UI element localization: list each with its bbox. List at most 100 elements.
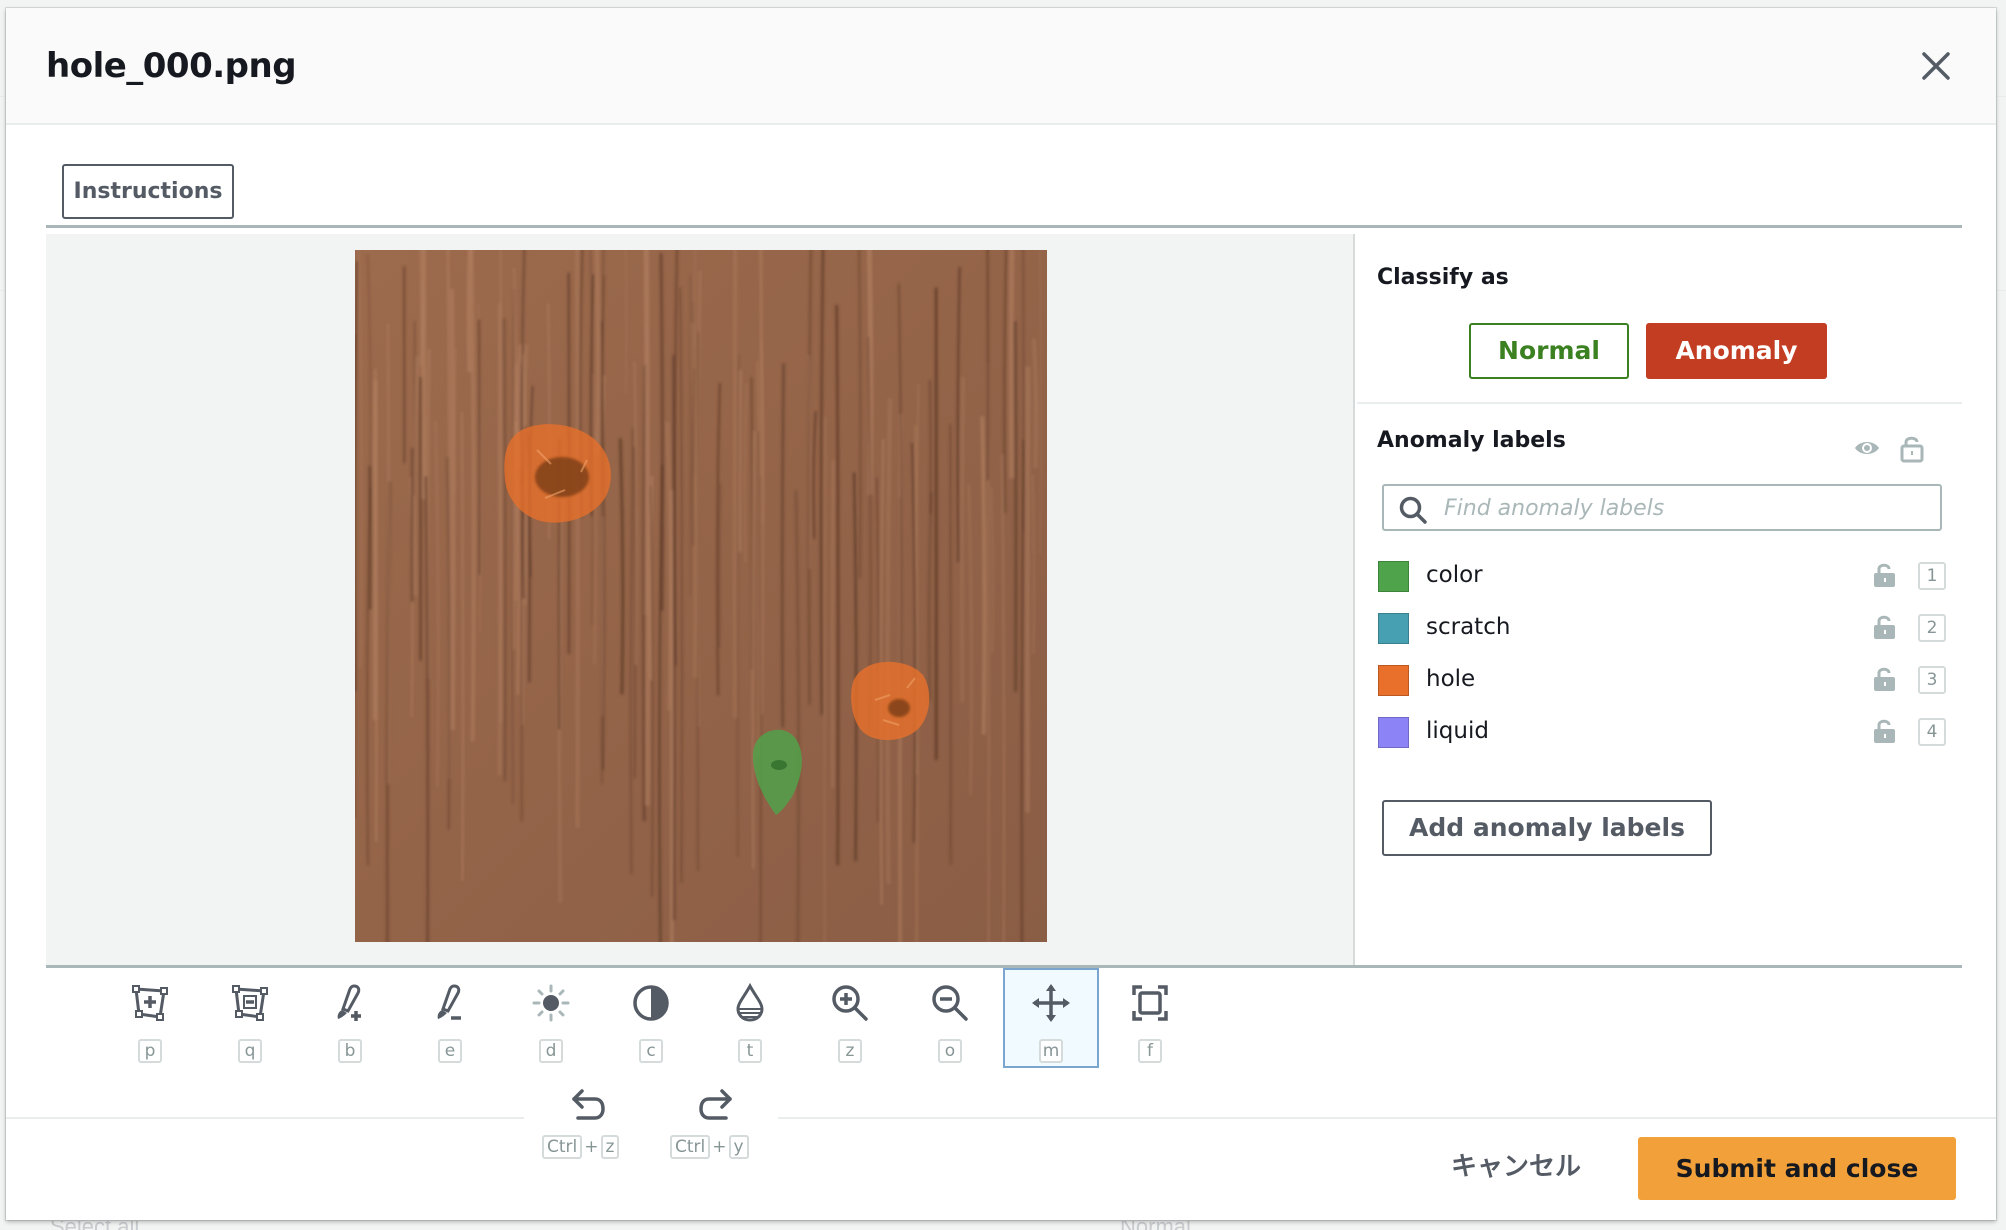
label-lock-button[interactable]	[1872, 717, 1898, 745]
anomaly-label-item[interactable]: liquid 4	[1378, 713, 1946, 753]
label-color-swatch	[1378, 613, 1409, 644]
unlock-icon	[1874, 615, 1895, 639]
drop-icon	[736, 983, 764, 1022]
wood-grain	[823, 416, 827, 942]
search-icon	[1399, 496, 1427, 524]
wood-grain	[1025, 366, 1031, 813]
tool-shortcut-key: p	[138, 1039, 162, 1063]
tool-move[interactable]: m	[1003, 968, 1099, 1068]
wood-grain	[633, 447, 637, 779]
tool-shortcut-key: f	[1138, 1039, 1162, 1063]
cancel-button[interactable]: キャンセル	[1436, 1139, 1596, 1195]
label-lock-button[interactable]	[1872, 613, 1898, 641]
key-badge: y	[728, 1135, 749, 1159]
tool-fit[interactable]: f	[1102, 968, 1198, 1068]
contrast-icon	[633, 985, 669, 1021]
undo-icon	[572, 1089, 605, 1120]
modal-title: hole_000.png	[46, 46, 297, 86]
wood-grain	[478, 319, 481, 575]
wood-grain	[1008, 250, 1015, 479]
tool-zoom-out[interactable]: o	[902, 968, 998, 1068]
wood-grain	[737, 370, 743, 553]
wood-grain	[643, 250, 649, 615]
label-color-swatch	[1378, 717, 1409, 748]
key-badge: Ctrl	[670, 1135, 711, 1159]
image-under-review[interactable]	[355, 250, 1047, 942]
tool-shortcut-key: t	[738, 1039, 762, 1063]
anomaly-label-item[interactable]: color 1	[1378, 557, 1946, 597]
right-panel: Classify as Normal Anomaly Anomaly label…	[1357, 234, 1962, 965]
label-lock-button[interactable]	[1872, 665, 1898, 693]
key-badge: Ctrl	[542, 1135, 583, 1159]
lock-all-button[interactable]	[1897, 433, 1927, 463]
redo-icon	[699, 1089, 732, 1120]
wood-grain	[659, 252, 665, 611]
classify-normal-button[interactable]: Normal	[1469, 323, 1629, 379]
close-icon	[1922, 52, 1950, 80]
tool-brightness[interactable]: d	[503, 968, 599, 1068]
tool-zoom-in[interactable]: z	[802, 968, 898, 1068]
tool-eraser[interactable]: e	[402, 968, 498, 1068]
tool-contrast[interactable]: c	[603, 968, 699, 1068]
label-lock-button[interactable]	[1872, 561, 1898, 589]
wood-image	[355, 250, 1047, 942]
tool-brush[interactable]: b	[302, 968, 398, 1068]
wood-grain	[368, 465, 373, 610]
undo-button[interactable]: Ctrl + z	[528, 1073, 648, 1163]
submit-and-close-button[interactable]: Submit and close	[1638, 1137, 1956, 1200]
wood-grain	[386, 323, 391, 785]
wood-grain	[502, 318, 508, 782]
footer-divider	[6, 1117, 524, 1119]
anomaly-label-item[interactable]: scratch 2	[1378, 609, 1946, 649]
polygon-plus-icon	[132, 985, 168, 1021]
wood-grain	[374, 369, 378, 843]
tool-transparency[interactable]: t	[702, 968, 798, 1068]
wood-grain	[831, 460, 834, 788]
wood-grain	[835, 304, 840, 866]
wood-grain	[929, 380, 932, 515]
wood-grain	[986, 250, 990, 481]
tool-shortcut-key: e	[438, 1039, 462, 1063]
content-top-divider	[46, 225, 1962, 228]
tool-polygon-subtract[interactable]: q	[202, 968, 298, 1068]
wood-grain	[410, 447, 414, 603]
label-name: liquid	[1426, 718, 1489, 744]
image-canvas[interactable]	[46, 234, 1355, 965]
redo-button[interactable]: Ctrl + y	[656, 1073, 776, 1163]
wood-grain	[450, 289, 456, 731]
tool-shortcut-key: b	[338, 1039, 362, 1063]
close-button[interactable]	[1918, 48, 1954, 84]
tool-shortcut-key: m	[1039, 1039, 1063, 1063]
wood-grain	[460, 412, 464, 881]
anomaly-label-item[interactable]: hole 3	[1378, 661, 1946, 701]
label-shortcut-key: 2	[1918, 614, 1946, 642]
annotation-hole[interactable]	[851, 661, 930, 741]
add-anomaly-labels-button[interactable]: Add anomaly labels	[1382, 800, 1712, 856]
footer-divider	[778, 1117, 1996, 1119]
unlock-icon	[1874, 563, 1895, 587]
wood-grain	[980, 416, 987, 735]
annotation-modal: hole_000.png Instructions Classify as No…	[6, 8, 1996, 1220]
label-search-input[interactable]	[1444, 490, 1924, 526]
wood-grain	[690, 322, 699, 678]
tool-shortcut-key: z	[838, 1039, 862, 1063]
label-shortcut-key: 1	[1918, 562, 1946, 590]
tool-shortcut-key: q	[238, 1039, 262, 1063]
label-name: hole	[1426, 666, 1476, 692]
label-shortcut-key: 4	[1918, 718, 1946, 746]
anomaly-labels-title: Anomaly labels	[1377, 428, 1566, 453]
wood-grain	[1031, 338, 1039, 469]
unlock-icon	[1900, 436, 1924, 463]
wood-grain	[669, 490, 675, 942]
classify-anomaly-button[interactable]: Anomaly	[1646, 323, 1827, 379]
tool-polygon-add[interactable]: p	[102, 968, 198, 1068]
instructions-button[interactable]: Instructions	[62, 164, 234, 219]
label-name: color	[1426, 562, 1483, 588]
toggle-visibility-button[interactable]	[1852, 433, 1882, 463]
label-search-box[interactable]	[1382, 484, 1942, 531]
undo-shortcut: Ctrl + z	[542, 1135, 620, 1161]
move-icon	[1032, 984, 1070, 1022]
redo-shortcut: Ctrl + y	[670, 1135, 749, 1161]
tool-shortcut-key: c	[639, 1039, 663, 1063]
polygon-minus-icon	[232, 985, 268, 1021]
